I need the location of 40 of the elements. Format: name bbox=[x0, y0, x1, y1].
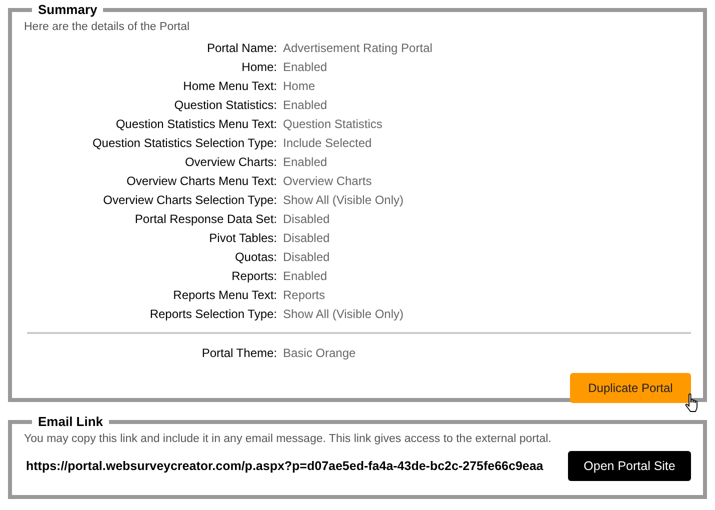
field-value: Home bbox=[283, 78, 316, 95]
field-label: Question Statistics Selection Type: bbox=[91, 135, 277, 152]
field-label: Overview Charts: bbox=[184, 154, 277, 171]
duplicate-button[interactable]: Duplicate Portal bbox=[570, 373, 691, 403]
field-label: Quotas: bbox=[234, 249, 277, 266]
field-label: Overview Charts Menu Text: bbox=[126, 173, 277, 190]
section-title: Summary bbox=[37, 2, 98, 17]
note-text: You may copy this link and include it in any email message. This link gives access to the external portal. bbox=[24, 433, 552, 445]
field-value: Advertisement Rating Portal bbox=[283, 40, 434, 57]
field-value: Include Selected bbox=[283, 135, 373, 152]
section-title: Email Link bbox=[37, 414, 104, 429]
field-label: Portal Theme: bbox=[200, 345, 277, 362]
field-value: Overview Charts bbox=[283, 173, 373, 190]
field-label: Home: bbox=[240, 59, 277, 76]
field-label: Portal Response Data Set: bbox=[134, 211, 277, 228]
open-portal-button[interactable]: Open Portal Site bbox=[568, 451, 691, 481]
field-label: Question Statistics Menu Text: bbox=[114, 116, 277, 133]
portal-url: https://portal.websurveycreator.com/p.aspx?p=d07ae5ed-fa4a-43de-bc2c-275fe66c9eaa bbox=[26, 459, 544, 473]
field-value: Enabled bbox=[283, 59, 328, 76]
field-value: Enabled bbox=[283, 154, 328, 171]
field-value: Disabled bbox=[283, 211, 331, 228]
field-value: Disabled bbox=[283, 230, 331, 247]
field-value: Enabled bbox=[283, 268, 328, 285]
field-value: Show All (Visible Only) bbox=[283, 306, 404, 323]
field-label: Overview Charts Selection Type: bbox=[102, 192, 277, 209]
field-value: Show All (Visible Only) bbox=[283, 192, 404, 209]
field-value: Enabled bbox=[283, 97, 328, 114]
field-label: Pivot Tables: bbox=[208, 230, 277, 247]
field-value: Reports bbox=[283, 287, 326, 304]
field-value: Disabled bbox=[283, 249, 331, 266]
field-label: Reports Selection Type: bbox=[148, 306, 277, 323]
field-label: Home Menu Text: bbox=[182, 78, 277, 95]
intro-text: Here are the details of the Portal bbox=[24, 21, 191, 33]
field-label: Portal Name: bbox=[206, 40, 277, 57]
field-value: Basic Orange bbox=[283, 345, 357, 362]
field-label: Question Statistics: bbox=[173, 97, 277, 114]
field-label: Reports Menu Text: bbox=[172, 287, 277, 304]
field-label: Reports: bbox=[230, 268, 277, 285]
field-value: Question Statistics bbox=[283, 116, 384, 133]
hand-pointer-icon bbox=[685, 393, 699, 413]
